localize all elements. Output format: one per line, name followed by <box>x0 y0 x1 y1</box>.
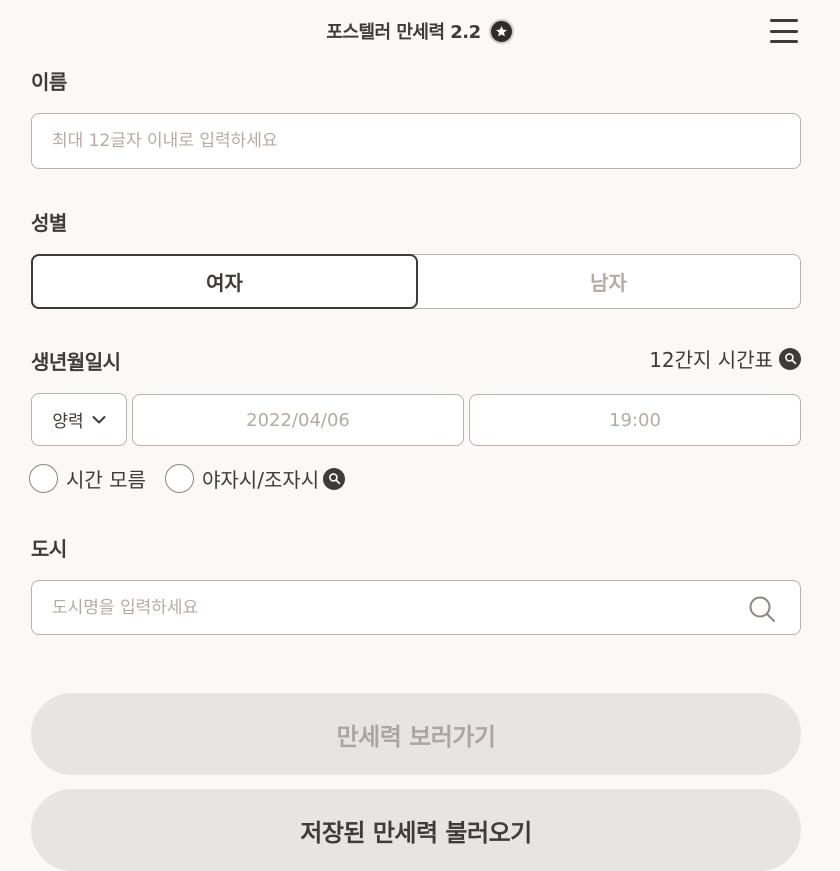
night-time-option[interactable]: 야자시/조자시 <box>165 464 346 493</box>
gender-female-button[interactable]: 여자 <box>31 254 418 309</box>
unknown-time-label: 시간 모름 <box>66 468 146 492</box>
name-label: 이름 <box>31 70 67 94</box>
hamburger-menu-icon[interactable] <box>770 19 798 43</box>
zodiac-time-table-label: 12간지 시간표 <box>649 348 773 372</box>
app-header: 포스텔러 만세력 2.2 <box>0 0 840 62</box>
calendar-type-select[interactable]: 양력 <box>31 393 127 446</box>
birth-time-field[interactable]: 19:00 <box>469 394 801 446</box>
night-time-radio[interactable] <box>165 464 194 493</box>
birth-date-placeholder: 2022/04/06 <box>246 409 350 431</box>
birth-label: 생년월일시 <box>31 350 121 374</box>
unknown-time-option[interactable]: 시간 모름 <box>29 464 146 493</box>
city-input[interactable] <box>32 581 800 634</box>
zodiac-time-table-link[interactable]: 12간지 시간표 <box>649 344 801 373</box>
search-icon[interactable] <box>748 595 776 627</box>
search-icon[interactable] <box>323 467 346 490</box>
city-field-box <box>31 580 801 635</box>
star-badge-icon <box>488 18 514 44</box>
view-manse-button[interactable]: 만세력 보러가기 <box>31 693 801 775</box>
gender-male-button[interactable]: 남자 <box>417 255 800 308</box>
night-time-label: 야자시/조자시 <box>202 468 320 492</box>
app-title: 포스텔러 만세력 2.2 <box>326 22 481 43</box>
calendar-type-value: 양력 <box>52 412 84 432</box>
name-field-box <box>31 113 801 169</box>
gender-label: 성별 <box>31 211 67 235</box>
gender-toggle: 여자 남자 <box>31 254 801 309</box>
city-label: 도시 <box>31 537 67 561</box>
birth-date-field[interactable]: 2022/04/06 <box>132 394 464 446</box>
chevron-down-icon <box>92 410 106 430</box>
unknown-time-radio[interactable] <box>29 464 58 493</box>
title-wrap: 포스텔러 만세력 2.2 <box>0 18 840 44</box>
search-icon <box>779 347 801 370</box>
name-input[interactable] <box>32 114 800 168</box>
birth-time-placeholder: 19:00 <box>609 409 661 431</box>
load-saved-manse-button[interactable]: 저장된 만세력 불러오기 <box>31 789 801 871</box>
